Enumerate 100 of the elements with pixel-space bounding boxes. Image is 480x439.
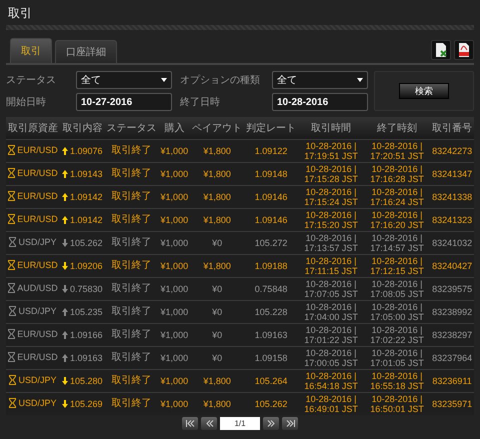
table-cell: 1.09146 xyxy=(244,208,298,232)
hourglass-icon xyxy=(8,214,16,224)
previous-page-button[interactable] xyxy=(201,417,217,430)
table-cell: ¥1,000 xyxy=(158,346,190,370)
table-cell: 83241032 xyxy=(430,232,474,254)
table-cell-text: 10-28-2016 | 16:54:18 JST xyxy=(303,371,359,391)
table-cell-text: 10-28-2016 | 17:01:05 JST xyxy=(369,348,425,368)
hourglass-icon xyxy=(9,375,16,385)
table-cell: ¥1,800 xyxy=(190,140,244,162)
hourglass-icon xyxy=(9,306,16,316)
table-cell: ¥1,000 xyxy=(158,392,190,415)
field-label: 終了日時 xyxy=(180,96,221,109)
table-cell: ¥1,800 xyxy=(190,186,244,208)
table-cell: AUD/USD xyxy=(17,283,58,293)
table-cell: ¥1,000 xyxy=(158,208,190,232)
table-cell: 取引終了 xyxy=(104,162,159,186)
hourglass-icon xyxy=(8,145,16,155)
search-button[interactable]: 検索 xyxy=(399,83,449,99)
table-cell: 1.09188 xyxy=(244,254,298,278)
pdf-file-icon xyxy=(458,43,470,57)
table-cell: ¥1,000 xyxy=(158,300,190,324)
date-field[interactable]: 10-27-2016 xyxy=(76,93,172,111)
column-header: ステータス xyxy=(104,117,159,140)
dropdown[interactable]: 全て xyxy=(76,71,172,89)
table-cell: 1.09142 xyxy=(70,192,103,202)
column-header: 購入 xyxy=(158,117,190,140)
table-cell-text: 10-28-2016 | 17:02:22 JST xyxy=(369,325,425,345)
table-cell: EUR/USD xyxy=(17,352,58,362)
table-cell: 1.09163 xyxy=(70,352,103,362)
table-cell: 1.09166 xyxy=(70,330,103,340)
table-cell: ¥1,800 xyxy=(190,392,244,415)
field-label: オプションの種類 xyxy=(180,74,261,87)
table-cell: 取引終了 xyxy=(104,254,159,278)
date-field[interactable]: 10-28-2016 xyxy=(272,93,368,111)
table-cell: 83235971 xyxy=(430,392,474,415)
table-cell: 取引終了 xyxy=(104,140,159,162)
table-cell: USD/JPY xyxy=(18,237,56,247)
table-cell: USD/JPY xyxy=(18,398,56,408)
table-cell-text: 10-28-2016 | 17:08:05 JST xyxy=(369,279,425,299)
table-cell: ¥1,800 xyxy=(190,162,244,186)
table-cell: 1.09148 xyxy=(244,162,298,186)
table-cell: EUR/USD xyxy=(17,145,58,155)
table-cell-text: 10-28-2016 | 17:15:20 JST xyxy=(303,210,359,230)
table-cell: ¥1,000 xyxy=(158,254,190,278)
table-cell: 1.09143 xyxy=(70,168,103,178)
table-cell-text: 10-28-2016 | 17:15:24 JST xyxy=(303,187,359,207)
table-cell: USD/JPY xyxy=(18,375,56,385)
last-page-button[interactable] xyxy=(282,417,298,430)
hourglass-icon xyxy=(9,237,16,247)
table-cell: 83239575 xyxy=(430,278,474,300)
table-cell-text: 10-28-2016 | 17:14:57 JST xyxy=(369,233,425,253)
page-field[interactable]: 1/1 xyxy=(220,417,260,430)
first-page-button[interactable] xyxy=(182,417,198,430)
table-cell: ¥0 xyxy=(190,346,244,370)
table-cell: 105.272 xyxy=(244,232,298,254)
hourglass-icon xyxy=(9,398,16,408)
table-cell: 取引終了 xyxy=(104,278,159,300)
table-cell: 0.75830 xyxy=(70,284,103,294)
table-cell: ¥1,000 xyxy=(158,324,190,346)
table-cell: 83241338 xyxy=(430,186,474,208)
caret-icon xyxy=(357,78,363,82)
table-cell: 105.235 xyxy=(70,306,103,316)
table-cell: 83237964 xyxy=(430,346,474,370)
table-cell: ¥0 xyxy=(190,300,244,324)
tab[interactable]: 口座詳細 xyxy=(55,40,117,63)
table-cell: 105.280 xyxy=(70,376,103,386)
hourglass-icon xyxy=(8,260,16,270)
table-cell: ¥1,000 xyxy=(158,140,190,162)
table-cell: 83241347 xyxy=(430,162,474,186)
next-page-button[interactable] xyxy=(263,417,279,430)
page-title: 取引 xyxy=(7,5,33,22)
table-cell-text: 10-28-2016 | 17:13:57 JST xyxy=(303,233,359,253)
table-cell: 1.09206 xyxy=(70,260,103,270)
table-cell: ¥1,800 xyxy=(190,208,244,232)
table-cell: 83240427 xyxy=(430,254,474,278)
previous-page-icon xyxy=(204,420,214,427)
dropdown[interactable]: 全て xyxy=(272,71,368,89)
table-cell: 83238297 xyxy=(430,324,474,346)
first-page-icon xyxy=(186,420,194,427)
table-cell: 105.228 xyxy=(244,300,298,324)
table-cell: ¥1,000 xyxy=(158,232,190,254)
column-header: ペイアウト xyxy=(190,117,244,140)
table-cell: 1.09076 xyxy=(70,146,103,156)
pdf-export-button[interactable] xyxy=(454,40,474,60)
table-cell: 取引終了 xyxy=(104,324,159,346)
table-cell-text: 10-28-2016 | 17:19:51 JST xyxy=(303,141,359,161)
table-cell: EUR/USD xyxy=(17,191,58,201)
column-header: 取引時間 xyxy=(298,117,364,140)
hourglass-icon xyxy=(8,352,16,362)
table-cell: 取引終了 xyxy=(104,186,159,208)
tab[interactable]: 取引 xyxy=(10,38,52,63)
table-cell-text: 10-28-2016 | 17:05:00 JST xyxy=(369,302,425,322)
table-cell: ¥1,800 xyxy=(190,254,244,278)
table-cell: 1.09146 xyxy=(244,186,298,208)
column-header: 取引内容 xyxy=(60,117,105,140)
table-cell: ¥1,000 xyxy=(158,278,190,300)
table-cell-text: 10-28-2016 | 16:49:01 JST xyxy=(303,394,359,414)
table-cell: EUR/USD xyxy=(17,329,58,339)
table-cell: 0.75848 xyxy=(244,278,298,300)
excel-export-button[interactable] xyxy=(431,40,451,60)
